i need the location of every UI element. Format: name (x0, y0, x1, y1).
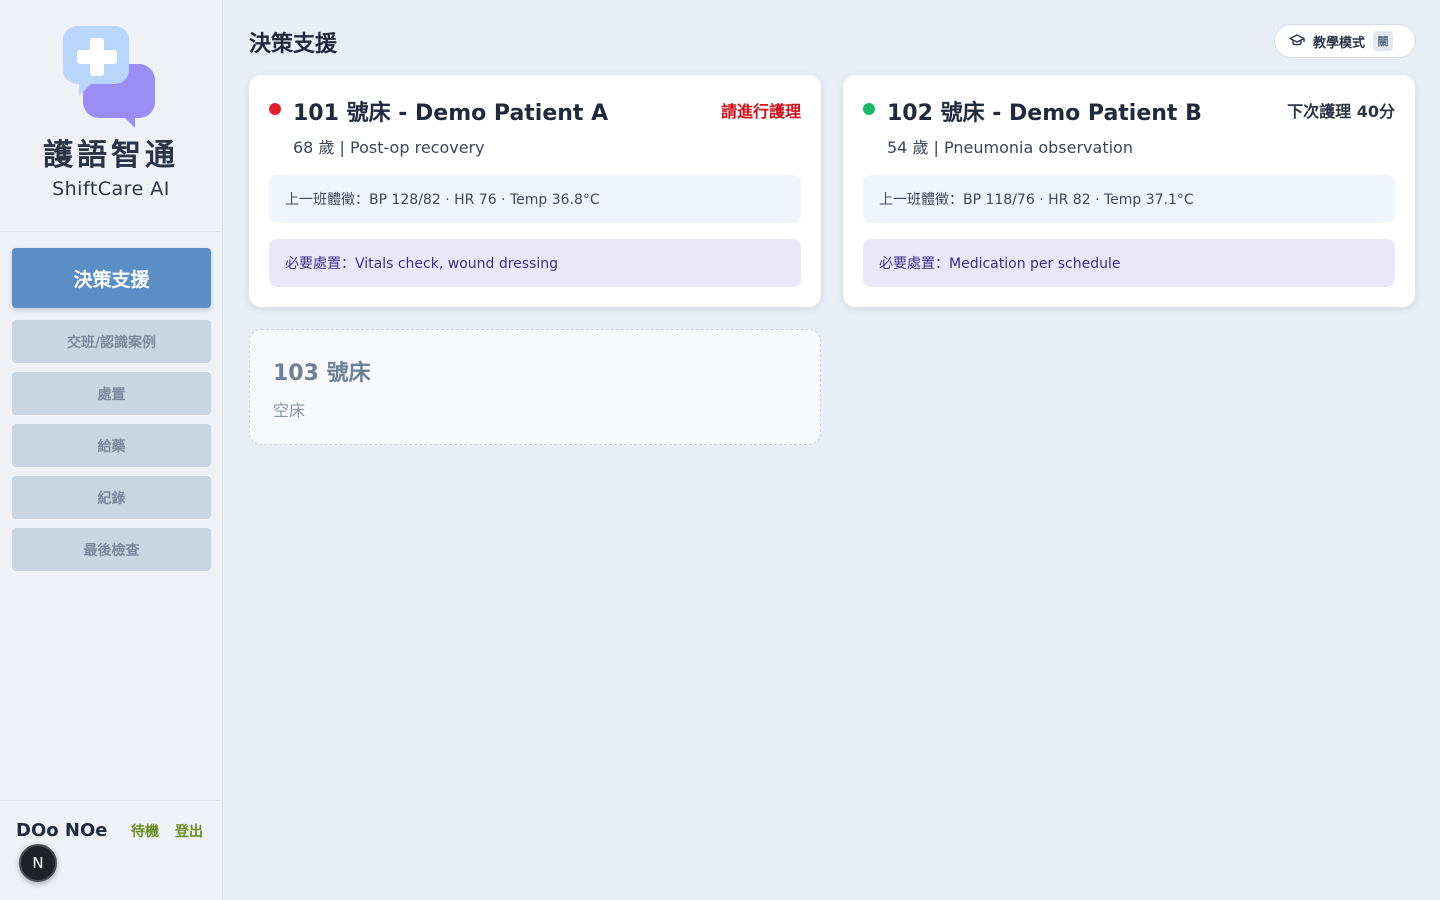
nav-decision-support[interactable]: 決策支援 (12, 248, 211, 308)
teach-mode-toggle[interactable]: 教學模式 關 (1274, 24, 1416, 58)
bed-title: 101 號床 - Demo Patient A (293, 101, 609, 126)
nav-final-check[interactable]: 最後檢查 (12, 528, 211, 571)
avatar[interactable]: N (19, 844, 57, 882)
teach-mode-label: 教學模式 (1313, 35, 1366, 51)
care-status-text: 請進行護理 (720, 102, 801, 121)
empty-bed-label: 空床 (273, 401, 306, 420)
bed-title: 102 號床 - Demo Patient B (887, 101, 1202, 126)
vitals-box: 上一班體徵：BP 118/76 · HR 82 · Temp 37.1°C (863, 175, 1395, 223)
nav-procedures[interactable]: 處置 (12, 372, 211, 415)
bed-subtitle: 54 歲 | Pneumonia observation (887, 138, 1133, 157)
bed-card-102[interactable]: 102 號床 - Demo Patient B 54 歲 | Pneumonia… (843, 75, 1415, 307)
bed-subtitle: 68 歲 | Post-op recovery (293, 138, 485, 157)
nav-records[interactable]: 紀錄 (12, 476, 211, 519)
user-name: DOo NOe (16, 820, 108, 841)
status-dot-red (269, 103, 281, 115)
page-title: 決策支援 (249, 32, 338, 57)
teach-mode-state: 關 (1373, 31, 1394, 51)
sidebar-footer: DOo NOe 待機 登出 N (0, 800, 223, 900)
procedures-box: 必要處置：Medication per schedule (863, 239, 1395, 287)
bed-card-103-empty[interactable]: 103 號床 空床 (249, 329, 821, 445)
logo-area: 護語智通 ShiftCare AI (0, 0, 222, 232)
status-dot-green (863, 103, 875, 115)
graduation-cap-icon (1289, 34, 1305, 48)
logo-title: 護語智通 (43, 138, 179, 173)
procedures-box: 必要處置：Vitals check, wound dressing (269, 239, 801, 287)
nav-handover-cases[interactable]: 交班/認識案例 (12, 320, 211, 363)
next-care-text: 下次護理 40分 (1287, 102, 1395, 121)
logo-subtitle: ShiftCare AI (52, 178, 170, 200)
nav-medication[interactable]: 給藥 (12, 424, 211, 467)
sidebar-nav: 決策支援 交班/認識案例 處置 給藥 紀錄 最後檢查 (12, 248, 211, 580)
bed-card-101[interactable]: 101 號床 - Demo Patient A 68 歲 | Post-op r… (249, 75, 821, 307)
logout-link[interactable]: 登出 (175, 821, 203, 841)
vitals-box: 上一班體徵：BP 128/82 · HR 76 · Temp 36.8°C (269, 175, 801, 223)
standby-link[interactable]: 待機 (131, 821, 159, 841)
sidebar: 護語智通 ShiftCare AI 決策支援 交班/認識案例 處置 給藥 紀錄 … (0, 0, 223, 900)
bed-title: 103 號床 (273, 361, 371, 386)
logo-chat-cross-icon (61, 24, 161, 128)
